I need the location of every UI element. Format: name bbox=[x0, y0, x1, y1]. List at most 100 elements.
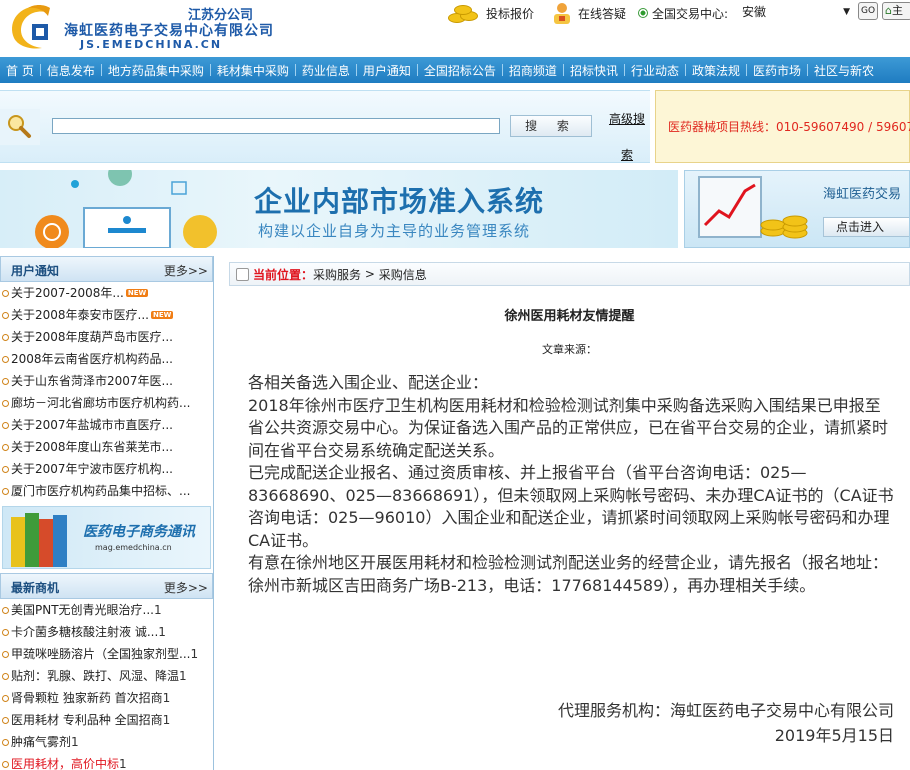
list-item[interactable]: 医用耗材 专利品种 全国招商 1 bbox=[0, 709, 213, 731]
top-links: 投标报价 在线答疑 全国交易中心: bbox=[446, 0, 728, 26]
article-greeting: 各相关备选入围企业、配送企业： bbox=[248, 373, 489, 392]
list-item-text: 关于山东省菏泽市2007年医... bbox=[11, 374, 173, 388]
list-item[interactable]: 卡介菌多糖核酸注射液 诚... 1 bbox=[0, 621, 213, 643]
region-select[interactable]: 安徽 ▼ bbox=[738, 3, 854, 20]
bullet-icon bbox=[2, 760, 9, 768]
list-item[interactable]: 关于2008年泰安市医疗... NEW bbox=[0, 304, 213, 326]
nav-item-tender-news[interactable]: 招标快讯 bbox=[564, 62, 624, 79]
article-paragraph: 有意在徐州地区开展医用耗材和检验检测试剂配送业务的经营企业，请先报名（报名地址：… bbox=[248, 553, 889, 595]
nav-item-consumables[interactable]: 耗材集中采购 bbox=[211, 62, 295, 79]
trade-side-banner[interactable]: 海虹医药交易 点击进入 bbox=[684, 170, 910, 248]
list-item-text: 关于2007年宁波市医疗机构... bbox=[11, 462, 173, 476]
logo-org-name: 海虹医药电子交易中心有限公司 bbox=[64, 23, 274, 39]
nav-item-user-notice[interactable]: 用户通知 bbox=[357, 62, 417, 79]
list-item[interactable]: 甲巯咪唑肠溶片（全国独家剂型... 1 bbox=[0, 643, 213, 665]
hotline-text: 医药器械项目热线：010-59607490 / 59607470 bbox=[668, 120, 910, 134]
center-radio[interactable]: 全国交易中心: bbox=[638, 5, 728, 22]
notices-more-link[interactable]: 更多>> bbox=[164, 262, 208, 279]
notices-panel-header: 用户通知 更多>> bbox=[0, 256, 213, 282]
nav-item-tender-notice[interactable]: 全国招标公告 bbox=[418, 62, 502, 79]
list-item[interactable]: 肿痛气雾剂 1 bbox=[0, 731, 213, 753]
nav-item-investment[interactable]: 招商频道 bbox=[503, 62, 563, 79]
list-item-count: 1 bbox=[119, 757, 127, 770]
list-item-text: 厦门市医疗机构药品集中招标、... bbox=[11, 484, 191, 498]
bullet-icon bbox=[2, 421, 9, 429]
list-item-text: 贴剂：乳腺、跌打、风湿、降温 bbox=[11, 669, 180, 683]
breadcrumb-item-purchase-info[interactable]: 采购信息 bbox=[379, 266, 427, 283]
list-item-count: 1 bbox=[154, 603, 162, 617]
home-button[interactable]: ⌂主 bbox=[882, 2, 910, 20]
list-item-count: 1 bbox=[179, 669, 187, 683]
notices-list: 关于2007-2008年... NEW 关于2008年泰安市医疗... NEW 关于… bbox=[0, 282, 213, 502]
list-item-count: 1 bbox=[71, 735, 79, 749]
magazine-banner[interactable]: 医药电子商务通讯 mag.emedchina.cn bbox=[2, 506, 211, 569]
products-panel-title: 最新商机 bbox=[11, 581, 60, 595]
site-header: 江苏分公司 海虹医药电子交易中心有限公司 JS.EMEDCHINA.CN 投标报… bbox=[0, 0, 910, 56]
bid-link[interactable]: 投标报价 bbox=[446, 1, 534, 25]
bullet-icon bbox=[2, 628, 9, 636]
list-item-text: 美国PNT无创青光眼治疗... bbox=[11, 603, 154, 617]
list-item[interactable]: 美国PNT无创青光眼治疗... 1 bbox=[0, 599, 213, 621]
article-signature: 代理服务机构：海虹医药电子交易中心有限公司 bbox=[557, 701, 894, 720]
search-input[interactable] bbox=[52, 118, 500, 134]
window-icon bbox=[236, 267, 249, 281]
breadcrumb-item-purchase-service[interactable]: 采购服务 bbox=[313, 266, 361, 283]
qa-link[interactable]: 在线答疑 bbox=[550, 1, 626, 25]
books-icon bbox=[11, 513, 67, 567]
nav-item-home[interactable]: 首 页 bbox=[0, 62, 40, 79]
advanced-search-link[interactable]: 高级搜索 bbox=[607, 101, 647, 173]
list-item[interactable]: 贴剂：乳腺、跌打、风湿、降温 1 bbox=[0, 665, 213, 687]
article-body: 各相关备选入围企业、配送企业： 2018年徐州市医疗卫生机构医用耗材和检验检测试… bbox=[248, 372, 896, 597]
coins-icon bbox=[446, 1, 482, 25]
nav-item-market[interactable]: 医药市场 bbox=[747, 62, 807, 79]
list-item-text: 2008年云南省医疗机构药品... bbox=[11, 352, 173, 366]
bullet-icon bbox=[2, 650, 9, 658]
banner-title: 企业内部市场准入系统 bbox=[254, 185, 545, 218]
site-logo[interactable]: 江苏分公司 海虹医药电子交易中心有限公司 JS.EMEDCHINA.CN bbox=[6, 2, 273, 52]
list-item[interactable]: 关于2007-2008年... NEW bbox=[0, 282, 213, 304]
magazine-url: mag.emedchina.cn bbox=[95, 543, 172, 552]
nav-item-pharma-info[interactable]: 药业信息 bbox=[296, 62, 356, 79]
nav-item-community[interactable]: 社区与新农 bbox=[808, 62, 880, 79]
list-item[interactable]: 关于2008年度山东省莱芜市... bbox=[0, 436, 213, 458]
list-item-text: 肾骨颗粒 独家新药 首次招商 bbox=[11, 691, 163, 705]
list-item-text: 关于2008年泰安市医疗... bbox=[11, 308, 149, 322]
enter-button[interactable]: 点击进入 bbox=[823, 217, 909, 237]
bullet-icon bbox=[2, 672, 9, 680]
list-item[interactable]: 关于2008年度葫芦岛市医疗... bbox=[0, 326, 213, 348]
new-badge: NEW bbox=[150, 311, 174, 319]
support-person-icon bbox=[554, 3, 571, 24]
list-item[interactable]: 厦门市医疗机构药品集中招标、... bbox=[0, 480, 213, 502]
list-item[interactable]: 廊坊－河北省廊坊市医疗机构药... bbox=[0, 392, 213, 414]
region-selected: 安徽 bbox=[742, 5, 767, 19]
nav-item-policy[interactable]: 政策法规 bbox=[686, 62, 746, 79]
bullet-icon bbox=[2, 443, 9, 451]
search-button[interactable]: 搜 索 bbox=[510, 115, 592, 137]
list-item[interactable]: 关于2007年盐城市市直医疗... bbox=[0, 414, 213, 436]
chevron-down-icon: ▼ bbox=[843, 6, 850, 17]
left-sidebar: 用户通知 更多>> 关于2007-2008年... NEW 关于2008年泰安市医… bbox=[0, 256, 214, 770]
article-source: 文章来源： bbox=[542, 343, 597, 356]
hotline-box: 医药器械项目热线：010-59607490 / 59607470 bbox=[655, 90, 910, 163]
list-item[interactable]: 关于山东省菏泽市2007年医... bbox=[0, 370, 213, 392]
bullet-icon bbox=[2, 465, 9, 473]
article-paragraph: 已完成配送企业报名、通过资质审核、并上报省平台（省平台咨询电话：025—8366… bbox=[248, 463, 894, 550]
market-access-banner[interactable]: 企业内部市场准入系统 构建以企业自身为主导的业务管理系统 bbox=[0, 170, 678, 248]
chart-coins-icon bbox=[698, 176, 808, 239]
list-item[interactable]: 2008年云南省医疗机构药品... bbox=[0, 348, 213, 370]
center-label: 全国交易中心: bbox=[652, 6, 729, 21]
products-list: 美国PNT无创青光眼治疗... 1 卡介菌多糖核酸注射液 诚... 1 甲巯咪唑肠溶… bbox=[0, 599, 213, 770]
nav-item-info[interactable]: 信息发布 bbox=[41, 62, 101, 79]
article-date: 2019年5月15日 bbox=[774, 726, 894, 745]
list-item[interactable]: 肾骨颗粒 独家新药 首次招商 1 bbox=[0, 687, 213, 709]
radio-icon bbox=[638, 8, 649, 18]
list-item[interactable]: 关于2007年宁波市医疗机构... bbox=[0, 458, 213, 480]
go-button[interactable]: GO bbox=[858, 2, 878, 20]
bullet-icon bbox=[2, 694, 9, 702]
list-item[interactable]: 医用耗材，高价中标 1 bbox=[0, 753, 213, 770]
nav-item-industry[interactable]: 行业动态 bbox=[625, 62, 685, 79]
bullet-icon bbox=[2, 289, 9, 297]
nav-item-local-drug[interactable]: 地方药品集中采购 bbox=[102, 62, 210, 79]
products-more-link[interactable]: 更多>> bbox=[164, 579, 208, 596]
banner-illustration bbox=[35, 170, 217, 248]
